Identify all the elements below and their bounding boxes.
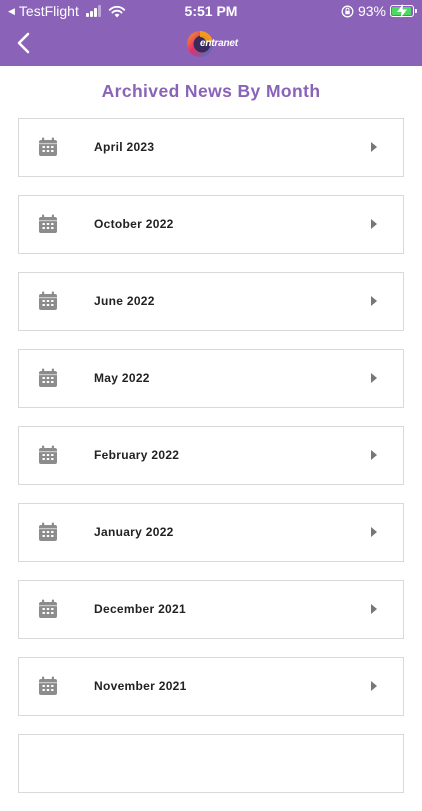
calendar-icon <box>39 676 57 695</box>
calendar-icon <box>39 214 57 233</box>
month-label: January 2022 <box>94 525 174 539</box>
chevron-right-icon <box>371 296 377 306</box>
list-item[interactable]: November 2021 <box>18 657 404 716</box>
list-item[interactable]: October 2022 <box>18 195 404 254</box>
month-label: May 2022 <box>94 371 150 385</box>
status-bar: ◀ TestFlight 5:51 PM 93% <box>0 0 422 22</box>
month-label: April 2023 <box>94 140 155 154</box>
month-label: November 2021 <box>94 679 187 693</box>
back-chevron-icon[interactable] <box>12 31 36 55</box>
calendar-icon <box>39 291 57 310</box>
chevron-right-icon <box>371 142 377 152</box>
calendar-icon <box>39 522 57 541</box>
calendar-icon <box>39 445 57 464</box>
chevron-right-icon <box>371 527 377 537</box>
list-item[interactable]: January 2022 <box>18 503 404 562</box>
battery-percent: 93% <box>357 3 386 19</box>
logo-text: entranet <box>200 38 238 49</box>
app-header: ◀ TestFlight 5:51 PM 93% entranet <box>0 0 422 66</box>
month-label: February 2022 <box>94 448 180 462</box>
battery-icon <box>390 4 417 18</box>
list-item[interactable]: April 2023 <box>18 118 404 177</box>
calendar-icon <box>39 368 57 387</box>
chevron-right-icon <box>371 681 377 691</box>
list-item[interactable]: February 2022 <box>18 426 404 485</box>
list-item[interactable]: May 2022 <box>18 349 404 408</box>
chevron-right-icon <box>371 373 377 383</box>
status-right: 93% <box>341 3 417 19</box>
orientation-lock-icon <box>341 5 354 17</box>
list-item[interactable]: June 2022 <box>18 272 404 331</box>
page-title: Archived News By Month <box>101 81 321 101</box>
month-label: October 2022 <box>94 217 174 231</box>
chevron-right-icon <box>371 604 377 614</box>
list-item-partial[interactable] <box>18 734 404 793</box>
month-list: April 2023 October 2022 June 2022 May 20… <box>18 118 404 811</box>
chevron-right-icon <box>371 450 377 460</box>
chevron-right-icon <box>371 219 377 229</box>
list-item[interactable]: December 2021 <box>18 580 404 639</box>
calendar-icon <box>39 137 57 156</box>
month-label: December 2021 <box>94 602 186 616</box>
month-label: June 2022 <box>94 294 155 308</box>
calendar-icon <box>39 599 57 618</box>
